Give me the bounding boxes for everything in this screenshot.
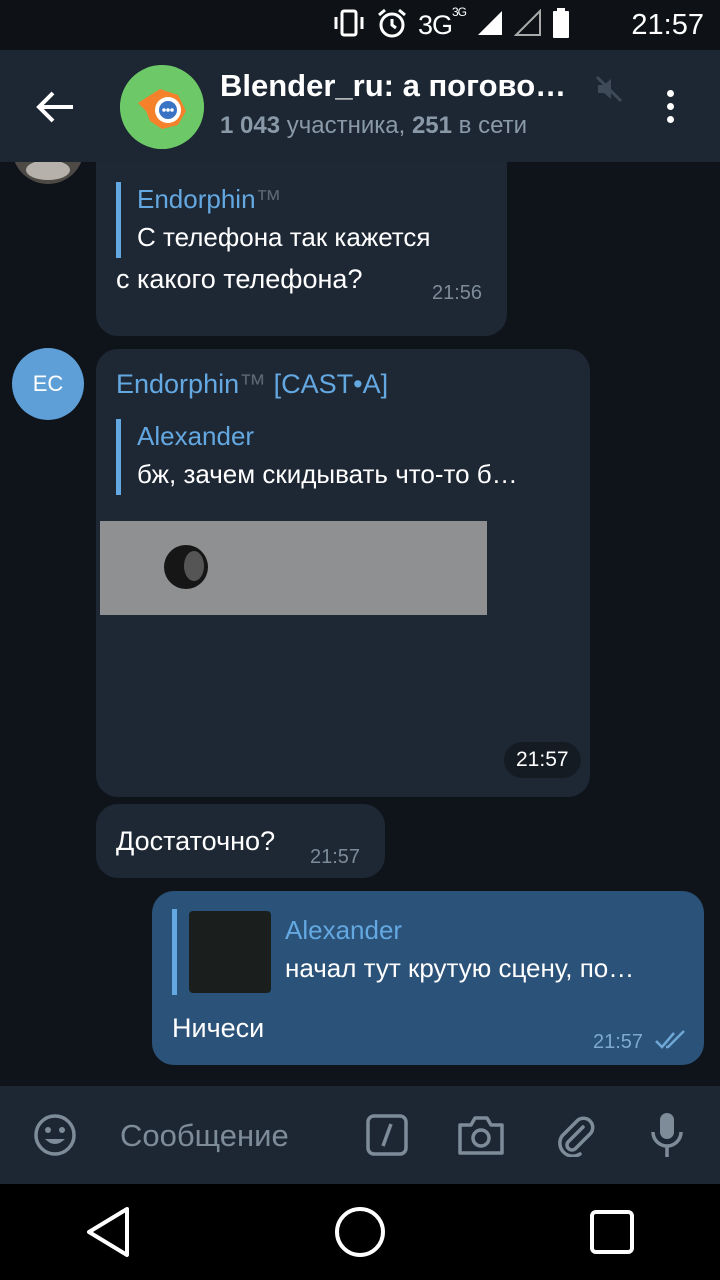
paperclip-icon	[558, 1116, 595, 1157]
reply-text: С телефона так кажется	[137, 222, 431, 252]
nav-home-button[interactable]	[332, 1204, 388, 1260]
emoji-button[interactable]	[30, 1110, 80, 1160]
camera-button[interactable]	[456, 1110, 506, 1160]
signal-icon	[476, 9, 504, 42]
nav-recents-button[interactable]	[584, 1204, 640, 1260]
voice-record-button[interactable]	[642, 1110, 692, 1160]
reply-preview[interactable]: Alexander бж, зачем скидывать что-то б…	[116, 419, 572, 495]
reply-text: бж, зачем скидывать что-то б…	[137, 459, 518, 489]
message-time: 21:56	[432, 282, 483, 304]
chat-avatar[interactable]	[120, 65, 204, 149]
status-bar: 3G3G 21:57	[0, 0, 720, 50]
message-text: Достаточно?	[116, 826, 276, 856]
chat-subtitle: 1 043 участника, 251 в сети	[220, 112, 528, 139]
photo-object	[184, 551, 204, 581]
circle-home-icon	[335, 1207, 385, 1257]
reply-author: Alexander	[285, 915, 403, 945]
smiley-icon	[34, 1114, 76, 1156]
alarm-icon	[376, 7, 408, 44]
read-checkmarks-icon	[654, 1029, 688, 1056]
blender-logo-icon	[120, 65, 204, 149]
signal-empty-icon	[513, 8, 542, 42]
more-menu-button[interactable]	[652, 82, 688, 130]
message-composer: Сообщение	[0, 1086, 720, 1184]
arrow-left-icon	[36, 91, 73, 123]
message-list[interactable]: Endorphin™ С телефона так кажется с како…	[0, 162, 720, 1086]
message-input[interactable]: Сообщение	[120, 1118, 289, 1154]
camera-icon	[458, 1116, 504, 1155]
vibrate-icon	[332, 8, 366, 43]
reply-preview[interactable]: Endorphin™ С телефона так кажется	[116, 182, 486, 258]
battery-icon	[552, 7, 570, 43]
dot-icon	[666, 89, 674, 97]
chat-header: Blender_ru: а погово… 1 043 участника, 2…	[0, 50, 720, 162]
reply-thumbnail	[189, 911, 271, 993]
message-bubble-outgoing[interactable]: Alexander начал тут крутую сцену, по… Ни…	[152, 891, 704, 1065]
user-avatar[interactable]: EC	[12, 348, 84, 420]
message-text: с какого телефона?	[116, 264, 363, 294]
sender-name[interactable]: Endorphin™ [CAST•A]	[116, 369, 388, 400]
dot-icon	[666, 102, 674, 110]
message-time: 21:57	[504, 742, 581, 778]
square-recents-icon	[590, 1210, 634, 1254]
nav-back-button[interactable]	[80, 1204, 136, 1260]
dot-icon	[666, 115, 674, 123]
photo-attachment[interactable]	[100, 521, 487, 615]
message-bubble[interactable]: Достаточно? 21:57	[96, 804, 385, 878]
slash-command-icon	[366, 1114, 408, 1156]
bot-command-button[interactable]	[362, 1110, 412, 1160]
system-nav-bar	[0, 1184, 720, 1280]
message-time: 21:57	[593, 1031, 644, 1053]
attach-button[interactable]	[550, 1110, 600, 1160]
reply-text: начал тут крутую сцену, по…	[285, 953, 635, 983]
network-type: 3G3G	[417, 4, 467, 40]
status-icons: 3G3G	[332, 4, 570, 44]
clock: 21:57	[631, 9, 704, 41]
microphone-icon	[651, 1113, 683, 1157]
user-avatar[interactable]	[12, 162, 84, 184]
back-button[interactable]	[28, 80, 82, 134]
message-bubble[interactable]: Endorphin™ С телефона так кажется с како…	[96, 162, 507, 336]
reply-preview[interactable]: Alexander начал тут крутую сцену, по…	[172, 909, 682, 995]
message-time: 21:57	[310, 846, 361, 868]
chat-title[interactable]: Blender_ru: а погово…	[220, 68, 590, 104]
reply-author: Endorphin™	[137, 184, 282, 214]
reply-author: Alexander	[137, 421, 255, 451]
message-text: Ничеси	[172, 1013, 265, 1043]
muted-icon	[594, 74, 624, 104]
triangle-back-icon	[87, 1207, 129, 1257]
